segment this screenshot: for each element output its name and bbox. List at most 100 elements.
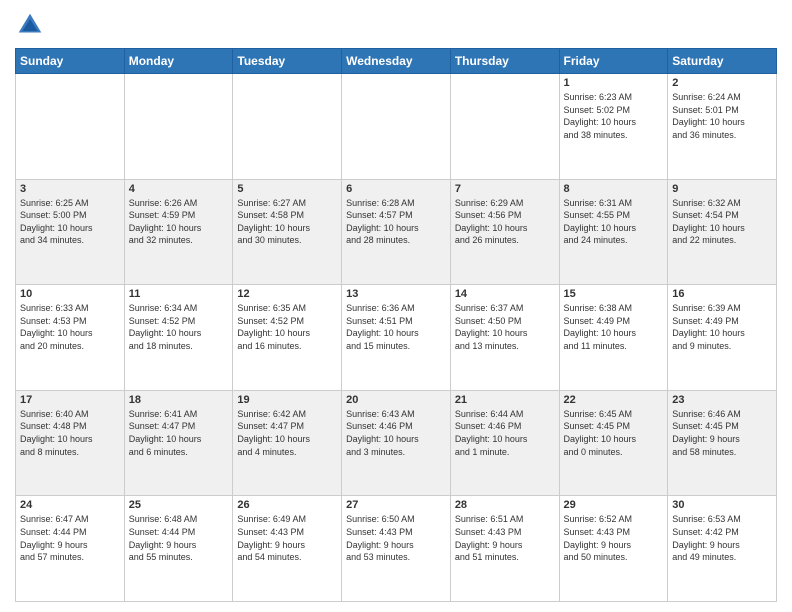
day-number: 19: [237, 394, 337, 406]
calendar-cell: 24Sunrise: 6:47 AM Sunset: 4:44 PM Dayli…: [16, 496, 125, 602]
day-number: 16: [672, 288, 772, 300]
day-of-week-header: Tuesday: [233, 49, 342, 74]
day-info: Sunrise: 6:50 AM Sunset: 4:43 PM Dayligh…: [346, 513, 446, 563]
day-number: 17: [20, 394, 120, 406]
calendar-table: SundayMondayTuesdayWednesdayThursdayFrid…: [15, 48, 777, 602]
day-info: Sunrise: 6:29 AM Sunset: 4:56 PM Dayligh…: [455, 197, 555, 247]
day-info: Sunrise: 6:35 AM Sunset: 4:52 PM Dayligh…: [237, 302, 337, 352]
calendar-cell: [16, 74, 125, 180]
calendar-header-row: SundayMondayTuesdayWednesdayThursdayFrid…: [16, 49, 777, 74]
calendar-week-row: 1 Sunrise: 6:23 AM Sunset: 5:02 PM Daylig…: [16, 74, 777, 180]
day-info: Sunrise: 6:33 AM Sunset: 4:53 PM Dayligh…: [20, 302, 120, 352]
calendar-cell: 23Sunrise: 6:46 AM Sunset: 4:45 PM Dayli…: [668, 390, 777, 496]
calendar-cell: 3 Sunrise: 6:25 AM Sunset: 5:00 PM Daylig…: [16, 179, 125, 285]
day-number: 27: [346, 499, 446, 511]
day-of-week-header: Wednesday: [342, 49, 451, 74]
day-number: 4: [129, 183, 229, 195]
day-of-week-header: Thursday: [450, 49, 559, 74]
calendar-week-row: 17 Sunrise: 6:40 AM Sunset: 4:48 PM Dayli…: [16, 390, 777, 496]
day-info: Sunrise: 6:48 AM Sunset: 4:44 PM Dayligh…: [129, 513, 229, 563]
header: [15, 10, 777, 40]
calendar-cell: 26 Sunrise: 6:49 AM Sunset: 4:43 PM Dayli…: [233, 496, 342, 602]
calendar-cell: 15 Sunrise: 6:38 AM Sunset: 4:49 PM Dayli…: [559, 285, 668, 391]
day-info: Sunrise: 6:43 AM Sunset: 4:46 PM Dayligh…: [346, 408, 446, 458]
calendar-cell: 14 Sunrise: 6:37 AM Sunset: 4:50 PM Dayli…: [450, 285, 559, 391]
day-info: Sunrise: 6:39 AM Sunset: 4:49 PM Dayligh…: [672, 302, 772, 352]
day-number: 10: [20, 288, 120, 300]
calendar-cell: 18Sunrise: 6:41 AM Sunset: 4:47 PM Dayli…: [124, 390, 233, 496]
day-number: 1: [564, 77, 664, 89]
day-info: Sunrise: 6:42 AM Sunset: 4:47 PM Dayligh…: [237, 408, 337, 458]
calendar-cell: 2Sunrise: 6:24 AM Sunset: 5:01 PM Daylig…: [668, 74, 777, 180]
day-info: Sunrise: 6:45 AM Sunset: 4:45 PM Dayligh…: [564, 408, 664, 458]
calendar-cell: 5 Sunrise: 6:27 AM Sunset: 4:58 PM Daylig…: [233, 179, 342, 285]
page: SundayMondayTuesdayWednesdayThursdayFrid…: [0, 0, 792, 612]
calendar-cell: 12 Sunrise: 6:35 AM Sunset: 4:52 PM Dayli…: [233, 285, 342, 391]
calendar-cell: 13Sunrise: 6:36 AM Sunset: 4:51 PM Dayli…: [342, 285, 451, 391]
day-number: 8: [564, 183, 664, 195]
calendar-cell: [124, 74, 233, 180]
day-info: Sunrise: 6:25 AM Sunset: 5:00 PM Dayligh…: [20, 197, 120, 247]
day-number: 26: [237, 499, 337, 511]
calendar-cell: 16 Sunrise: 6:39 AM Sunset: 4:49 PM Dayli…: [668, 285, 777, 391]
day-number: 7: [455, 183, 555, 195]
day-of-week-header: Monday: [124, 49, 233, 74]
day-info: Sunrise: 6:32 AM Sunset: 4:54 PM Dayligh…: [672, 197, 772, 247]
calendar-week-row: 10 Sunrise: 6:33 AM Sunset: 4:53 PM Dayli…: [16, 285, 777, 391]
calendar-cell: 8 Sunrise: 6:31 AM Sunset: 4:55 PM Daylig…: [559, 179, 668, 285]
day-info: Sunrise: 6:53 AM Sunset: 4:42 PM Dayligh…: [672, 513, 772, 563]
day-number: 15: [564, 288, 664, 300]
calendar-cell: 17 Sunrise: 6:40 AM Sunset: 4:48 PM Dayli…: [16, 390, 125, 496]
day-number: 28: [455, 499, 555, 511]
day-number: 6: [346, 183, 446, 195]
calendar-cell: 19 Sunrise: 6:42 AM Sunset: 4:47 PM Dayli…: [233, 390, 342, 496]
calendar-cell: 28 Sunrise: 6:51 AM Sunset: 4:43 PM Dayli…: [450, 496, 559, 602]
day-info: Sunrise: 6:28 AM Sunset: 4:57 PM Dayligh…: [346, 197, 446, 247]
calendar-cell: [233, 74, 342, 180]
day-info: Sunrise: 6:49 AM Sunset: 4:43 PM Dayligh…: [237, 513, 337, 563]
day-number: 14: [455, 288, 555, 300]
day-number: 30: [672, 499, 772, 511]
day-number: 5: [237, 183, 337, 195]
day-info: Sunrise: 6:38 AM Sunset: 4:49 PM Dayligh…: [564, 302, 664, 352]
calendar-cell: 27 Sunrise: 6:50 AM Sunset: 4:43 PM Dayli…: [342, 496, 451, 602]
day-info: Sunrise: 6:24 AM Sunset: 5:01 PM Dayligh…: [672, 91, 772, 141]
calendar-cell: 29 Sunrise: 6:52 AM Sunset: 4:43 PM Dayli…: [559, 496, 668, 602]
logo-icon: [15, 10, 45, 40]
day-of-week-header: Sunday: [16, 49, 125, 74]
calendar-cell: 25 Sunrise: 6:48 AM Sunset: 4:44 PM Dayli…: [124, 496, 233, 602]
calendar-cell: 30 Sunrise: 6:53 AM Sunset: 4:42 PM Dayli…: [668, 496, 777, 602]
day-info: Sunrise: 6:31 AM Sunset: 4:55 PM Dayligh…: [564, 197, 664, 247]
calendar-cell: 9 Sunrise: 6:32 AM Sunset: 4:54 PM Daylig…: [668, 179, 777, 285]
day-info: Sunrise: 6:51 AM Sunset: 4:43 PM Dayligh…: [455, 513, 555, 563]
day-number: 9: [672, 183, 772, 195]
calendar-cell: 7 Sunrise: 6:29 AM Sunset: 4:56 PM Daylig…: [450, 179, 559, 285]
day-number: 25: [129, 499, 229, 511]
day-info: Sunrise: 6:44 AM Sunset: 4:46 PM Dayligh…: [455, 408, 555, 458]
day-of-week-header: Friday: [559, 49, 668, 74]
day-info: Sunrise: 6:40 AM Sunset: 4:48 PM Dayligh…: [20, 408, 120, 458]
day-number: 29: [564, 499, 664, 511]
calendar-cell: 4 Sunrise: 6:26 AM Sunset: 4:59 PM Daylig…: [124, 179, 233, 285]
day-number: 21: [455, 394, 555, 406]
day-info: Sunrise: 6:37 AM Sunset: 4:50 PM Dayligh…: [455, 302, 555, 352]
calendar-cell: 11 Sunrise: 6:34 AM Sunset: 4:52 PM Dayli…: [124, 285, 233, 391]
calendar-cell: [450, 74, 559, 180]
day-number: 11: [129, 288, 229, 300]
day-number: 22: [564, 394, 664, 406]
calendar-cell: 1 Sunrise: 6:23 AM Sunset: 5:02 PM Daylig…: [559, 74, 668, 180]
calendar-cell: 10 Sunrise: 6:33 AM Sunset: 4:53 PM Dayli…: [16, 285, 125, 391]
logo: [15, 10, 49, 40]
day-info: Sunrise: 6:34 AM Sunset: 4:52 PM Dayligh…: [129, 302, 229, 352]
day-info: Sunrise: 6:41 AM Sunset: 4:47 PM Dayligh…: [129, 408, 229, 458]
day-info: Sunrise: 6:27 AM Sunset: 4:58 PM Dayligh…: [237, 197, 337, 247]
day-number: 13: [346, 288, 446, 300]
day-info: Sunrise: 6:52 AM Sunset: 4:43 PM Dayligh…: [564, 513, 664, 563]
day-info: Sunrise: 6:26 AM Sunset: 4:59 PM Dayligh…: [129, 197, 229, 247]
calendar-week-row: 3 Sunrise: 6:25 AM Sunset: 5:00 PM Daylig…: [16, 179, 777, 285]
day-info: Sunrise: 6:46 AM Sunset: 4:45 PM Dayligh…: [672, 408, 772, 458]
day-number: 12: [237, 288, 337, 300]
day-info: Sunrise: 6:23 AM Sunset: 5:02 PM Dayligh…: [564, 91, 664, 141]
day-number: 20: [346, 394, 446, 406]
day-number: 3: [20, 183, 120, 195]
